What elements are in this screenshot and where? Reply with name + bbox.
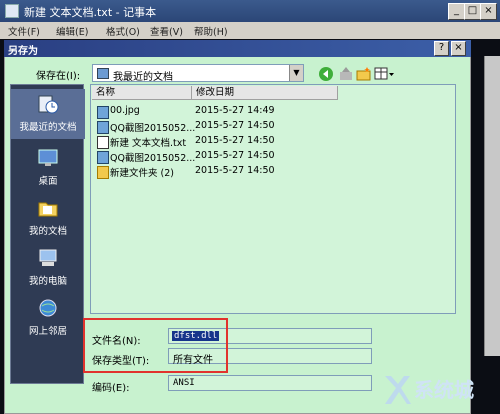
file-date: 2015-5-27 14:50 bbox=[195, 150, 275, 161]
menu-format[interactable]: 格式(O) bbox=[106, 24, 140, 38]
file-row[interactable]: QQ截图2015052... 2015-5-27 14:50 bbox=[93, 150, 363, 164]
notepad-title: 新建 文本文档.txt - 记事本 bbox=[24, 6, 157, 19]
file-name: 新建 文本文档.txt bbox=[110, 138, 187, 149]
watermark-logo-icon bbox=[385, 376, 411, 404]
file-name: QQ截图2015052... bbox=[110, 123, 196, 134]
text-file-icon bbox=[97, 136, 109, 149]
image-file-icon bbox=[97, 106, 109, 119]
menu-view[interactable]: 查看(V) bbox=[150, 24, 183, 38]
column-header-date[interactable]: 修改日期 bbox=[192, 86, 338, 100]
save-in-label: 保存在(I): bbox=[36, 71, 81, 82]
file-row[interactable]: 新建 文本文档.txt 2015-5-27 14:50 bbox=[93, 135, 363, 149]
file-row[interactable]: 00.jpg 2015-5-27 14:49 bbox=[93, 105, 363, 119]
place-label: 我最近的文档 bbox=[19, 122, 77, 133]
recent-folder-icon bbox=[97, 68, 109, 79]
notepad-menu-bar: 文件(F) 编辑(E) 格式(O) 查看(V) 帮助(H) bbox=[0, 22, 500, 39]
maximize-button[interactable]: □ bbox=[464, 3, 481, 20]
encoding-label: 编码(E): bbox=[92, 383, 130, 394]
file-row[interactable]: QQ截图2015052... 2015-5-27 14:50 bbox=[93, 120, 363, 134]
file-date: 2015-5-27 14:50 bbox=[195, 135, 275, 146]
encoding-value: ANSI bbox=[173, 378, 195, 388]
desktop-icon bbox=[38, 149, 58, 166]
my-computer-icon bbox=[39, 249, 57, 266]
file-date: 2015-5-27 14:50 bbox=[195, 120, 275, 131]
file-name: 新建文件夹 (2) bbox=[110, 168, 174, 179]
menu-file[interactable]: 文件(F) bbox=[8, 24, 40, 38]
file-name: 00.jpg bbox=[110, 105, 140, 116]
watermark-text: 系统城 bbox=[414, 378, 474, 402]
dialog-title-bar: 另存为 ? × bbox=[4, 40, 471, 57]
menu-help[interactable]: 帮助(H) bbox=[194, 24, 228, 38]
place-label: 网上邻居 bbox=[28, 326, 67, 337]
place-network[interactable]: 网上邻居 bbox=[11, 293, 85, 343]
dialog-title: 另存为 bbox=[8, 46, 38, 57]
dialog-close-button[interactable]: × bbox=[451, 41, 466, 56]
place-desktop[interactable]: 桌面 bbox=[11, 143, 85, 193]
image-file-icon bbox=[97, 151, 109, 164]
recent-documents-icon bbox=[38, 95, 59, 114]
my-documents-icon bbox=[38, 202, 58, 217]
notepad-icon bbox=[5, 4, 19, 18]
highlight-box bbox=[83, 318, 228, 373]
image-file-icon bbox=[97, 121, 109, 134]
column-header-name[interactable]: 名称 bbox=[92, 86, 192, 100]
view-menu-icon[interactable] bbox=[374, 66, 396, 82]
back-icon[interactable] bbox=[318, 66, 334, 82]
menu-edit[interactable]: 编辑(E) bbox=[56, 24, 88, 38]
save-in-dropdown[interactable]: 我最近的文档 ▼ bbox=[92, 64, 304, 83]
place-label: 桌面 bbox=[38, 176, 58, 187]
folder-icon bbox=[97, 166, 109, 179]
up-folder-icon[interactable] bbox=[338, 66, 354, 82]
places-bar: 我最近的文档 桌面 我的文档 我的电脑 网上邻居 bbox=[10, 84, 85, 384]
chevron-down-icon[interactable]: ▼ bbox=[289, 65, 303, 81]
place-label: 我的电脑 bbox=[28, 276, 67, 287]
place-label: 我的文档 bbox=[28, 226, 67, 237]
close-button[interactable]: × bbox=[480, 3, 497, 20]
file-list[interactable]: 名称 修改日期 00.jpg 2015-5-27 14:49 QQ截图20150… bbox=[90, 84, 456, 314]
minimize-button[interactable]: _ bbox=[448, 3, 465, 20]
network-places-icon bbox=[39, 299, 57, 317]
save-in-value: 我最近的文档 bbox=[113, 72, 173, 83]
new-folder-icon[interactable] bbox=[356, 66, 372, 82]
place-my-computer[interactable]: 我的电脑 bbox=[11, 243, 85, 293]
place-my-documents[interactable]: 我的文档 bbox=[11, 193, 85, 243]
file-row[interactable]: 新建文件夹 (2) 2015-5-27 14:50 bbox=[93, 165, 363, 179]
file-date: 2015-5-27 14:49 bbox=[195, 105, 275, 116]
notepad-title-bar: 新建 文本文档.txt - 记事本 _ □ × bbox=[0, 0, 500, 22]
file-name: QQ截图2015052... bbox=[110, 153, 196, 164]
file-date: 2015-5-27 14:50 bbox=[195, 165, 275, 176]
place-recent-documents[interactable]: 我最近的文档 bbox=[11, 89, 85, 139]
dialog-help-button[interactable]: ? bbox=[434, 41, 449, 56]
watermark: 系统城 bbox=[382, 364, 500, 414]
window-scrollbar[interactable] bbox=[484, 56, 500, 356]
encoding-select[interactable]: ANSI bbox=[168, 375, 372, 391]
